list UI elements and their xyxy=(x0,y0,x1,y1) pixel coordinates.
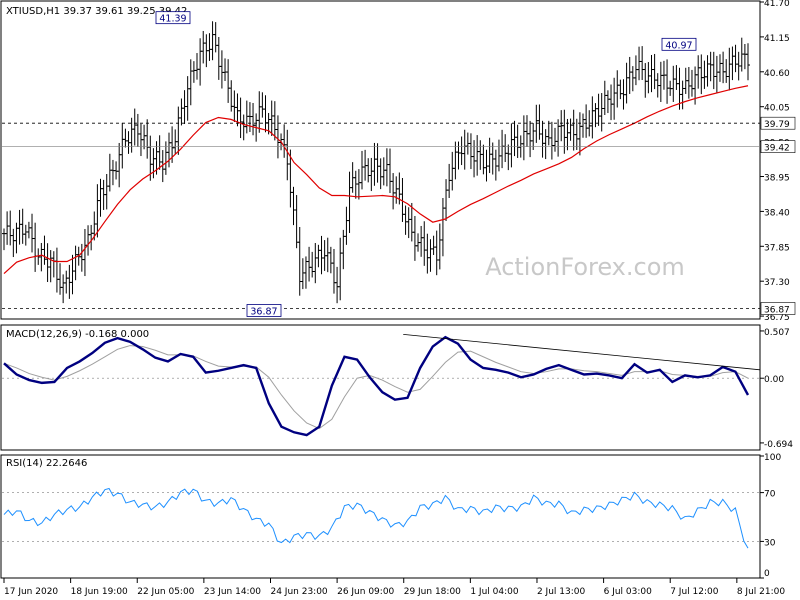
x-tick-label: 1 Jul 04:00 xyxy=(470,587,519,597)
price-y-tick-label: 38.40 xyxy=(764,208,790,218)
last-price-label: 39.42 xyxy=(764,144,790,154)
price-y-tick-label: 40.05 xyxy=(764,104,790,114)
price-y-tick-label: 41.15 xyxy=(764,34,790,44)
x-tick-label: 18 Jun 19:00 xyxy=(71,587,128,597)
price-y-tick-label: 38.95 xyxy=(764,173,790,183)
x-tick-label: 29 Jun 18:00 xyxy=(404,587,461,597)
macd-header: MACD(12,26,9) -0.168 0.000 xyxy=(6,329,149,340)
x-tick-label: 24 Jun 23:00 xyxy=(270,587,327,597)
rsi-y-tick-label: 100 xyxy=(764,453,781,463)
macd-y-tick-label: -0.694 xyxy=(764,440,793,450)
rsi-header: RSI(14) 22.2646 xyxy=(6,458,87,469)
price-annotation: 40.97 xyxy=(665,40,692,51)
rsi-y-tick-label: 30 xyxy=(764,538,776,548)
x-tick-label: 23 Jun 14:00 xyxy=(204,587,261,597)
rsi-y-tick-label: 70 xyxy=(764,490,776,500)
chart-canvas: ActionForex.com XTIUSD,H1 39.37 39.61 39… xyxy=(0,0,800,600)
x-tick-label: 2 Jul 13:00 xyxy=(537,587,586,597)
x-tick-label: 8 Jul 21:00 xyxy=(737,587,786,597)
macd-y-tick-label: 0.00 xyxy=(764,375,784,385)
x-tick-label: 6 Jul 03:00 xyxy=(604,587,653,597)
rsi-y-tick-label: 0 xyxy=(764,569,770,579)
x-tick-label: 7 Jul 12:00 xyxy=(670,587,719,597)
watermark: ActionForex.com xyxy=(485,253,685,281)
price-level-label: 36.87 xyxy=(764,305,790,315)
price-level-label: 39.79 xyxy=(764,120,790,130)
price-y-tick-label: 37.85 xyxy=(764,243,790,253)
price-annotation: 36.87 xyxy=(250,306,277,317)
price-y-tick-label: 41.70 xyxy=(764,0,790,9)
price-annotation: 41.39 xyxy=(159,14,186,25)
x-tick-label: 17 Jun 2020 xyxy=(4,587,58,597)
price-y-tick-label: 37.30 xyxy=(764,278,790,288)
x-tick-label: 26 Jun 09:00 xyxy=(337,587,394,597)
x-tick-label: 22 Jun 05:00 xyxy=(137,587,194,597)
macd-y-tick-label: 0.507 xyxy=(764,328,790,338)
price-y-tick-label: 40.60 xyxy=(764,69,790,79)
